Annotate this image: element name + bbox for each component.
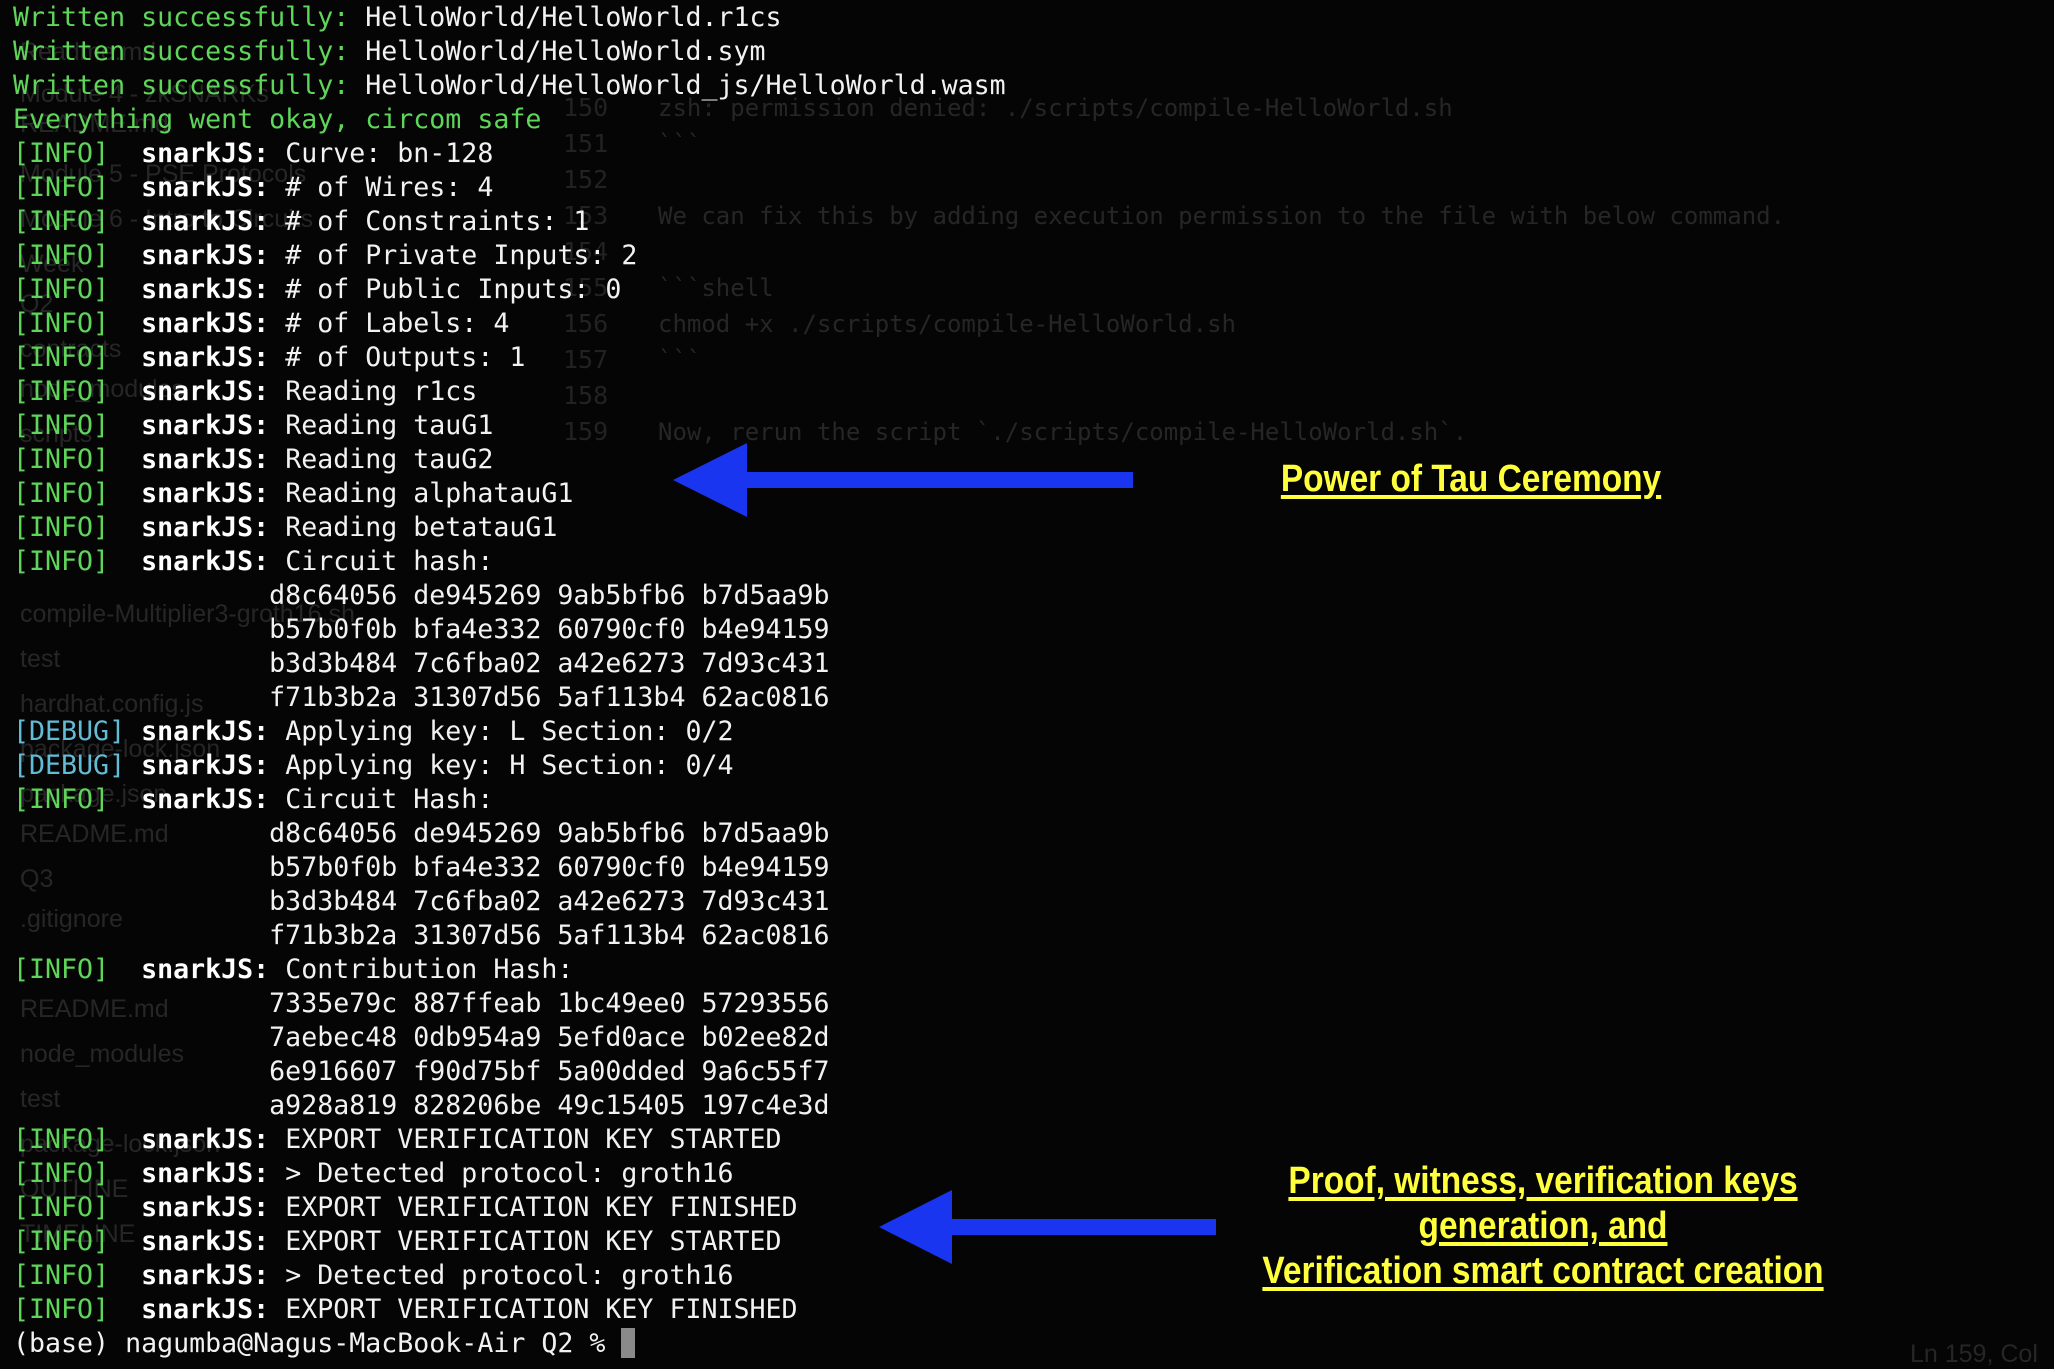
- annotation-proof-line-3: Verification smart contract creation: [1262, 1250, 1824, 1292]
- annotation-power-of-tau: Power of Tau Ceremony: [1280, 458, 1662, 500]
- annotation-proof-line-2: generation, and: [1418, 1205, 1668, 1247]
- arrow-left-icon-power-of-tau: [673, 443, 1133, 517]
- annotation-proof-line-1: Proof, witness, verification keys: [1288, 1160, 1798, 1202]
- arrow-left-icon-proof: [879, 1190, 1216, 1264]
